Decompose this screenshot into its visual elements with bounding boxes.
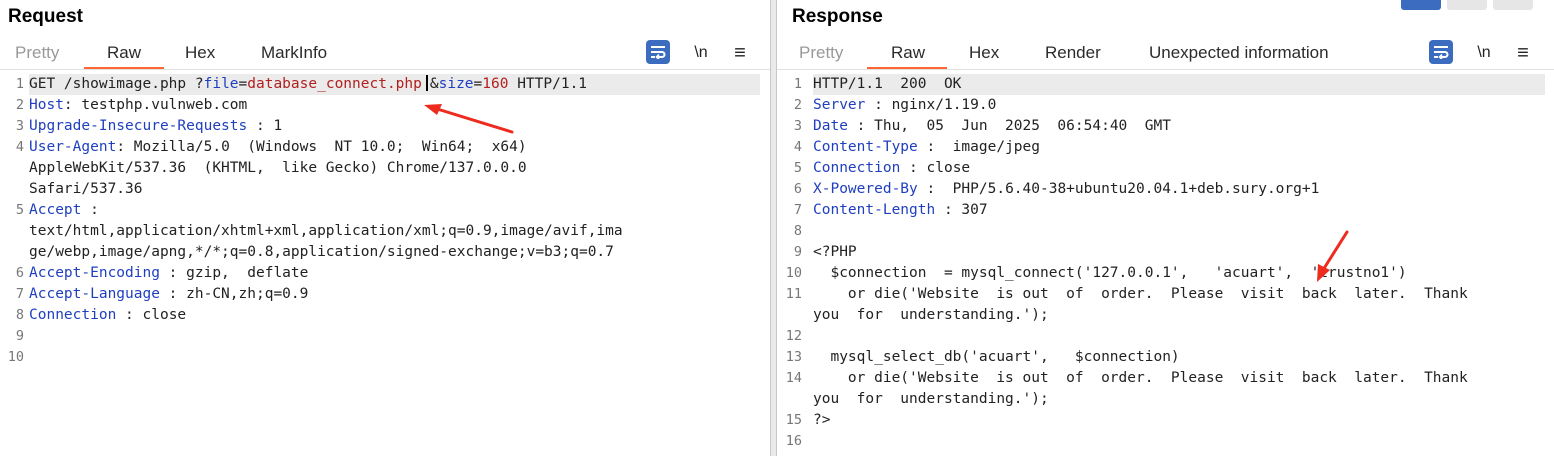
wrap-lines-icon[interactable] (646, 40, 670, 64)
layout-side-by-side-icon[interactable] (1401, 0, 1441, 10)
line-number: 5 (793, 160, 802, 176)
body-line: <?PHP (813, 244, 857, 260)
status-line: HTTP/1.1 200 OK (813, 74, 1545, 95)
header-line: Content-Type : image/jpeg (813, 139, 1040, 155)
line-number: 9 (793, 244, 802, 260)
request-editor[interactable]: 1 2 3 4 5 6 7 8 9 10 GET /showimage.php … (0, 74, 770, 456)
header-line: User-Agent: Mozilla/5.0 (Windows NT 10.0… (29, 139, 527, 155)
header-line-cont: ge/webp,image/apng,*/*;q=0.8,application… (29, 244, 614, 260)
header-line: Content-Length : 307 (813, 202, 988, 218)
layout-horizontal-icon[interactable] (1447, 0, 1487, 10)
line-number: 8 (15, 307, 24, 323)
header-line-cont: Safari/537.36 (29, 181, 143, 197)
wrap-lines-icon[interactable] (1429, 40, 1453, 64)
body-line: you for understanding.'); (813, 307, 1049, 323)
line-number: 7 (15, 286, 24, 302)
line-number: 13 (785, 349, 802, 365)
header-line: Upgrade-Insecure-Requests : 1 (29, 118, 283, 134)
body-line: or die('Website is out of order. Please … (813, 370, 1468, 386)
header-line: Date : Thu, 05 Jun 2025 06:54:40 GMT (813, 118, 1171, 134)
request-title: Request (8, 6, 83, 27)
line-number: 1 (793, 76, 802, 92)
line-number: 7 (793, 202, 802, 218)
protocol: HTTP/1.1 (508, 76, 588, 92)
show-newlines-button[interactable]: \n (1471, 40, 1497, 66)
param-value: database_connect.php (247, 76, 422, 92)
header-line: Host: testphp.vulnweb.com (29, 97, 248, 113)
annotation-arrow-icon (1317, 230, 1349, 282)
line-number: 4 (793, 139, 802, 155)
menu-icon[interactable]: ≡ (727, 40, 753, 66)
header-line-cont: text/html,application/xhtml+xml,applicat… (29, 223, 623, 239)
tab-unexpected-information[interactable]: Unexpected information (1149, 43, 1329, 63)
tab-raw[interactable]: Raw (107, 43, 141, 63)
header-line: Accept-Encoding : gzip, deflate (29, 265, 309, 281)
header-line: Accept : (29, 202, 99, 218)
line-number: 10 (7, 349, 24, 365)
response-title: Response (792, 6, 883, 27)
header-line: Connection : close (813, 160, 971, 176)
line-number: 4 (15, 139, 24, 155)
line-number (777, 305, 802, 326)
param-value: 160 (482, 76, 509, 92)
line-number: 8 (793, 223, 802, 239)
divider (777, 69, 1554, 70)
tab-hex[interactable]: Hex (185, 43, 215, 63)
line-number: 3 (15, 118, 24, 134)
body-line: mysql_select_db('acuart', $connection) (813, 349, 1180, 365)
header-line: Connection : close (29, 307, 187, 323)
request-method-path: GET /showimage.php ? (29, 76, 204, 92)
line-number-gutter: 1 2 3 4 5 6 7 8 9 10 (0, 74, 24, 368)
response-code: HTTP/1.1 200 OK Server : nginx/1.19.0 Da… (813, 74, 1545, 452)
tab-pretty[interactable]: Pretty (799, 43, 843, 63)
line-number (777, 389, 802, 410)
menu-icon[interactable]: ≡ (1510, 40, 1536, 66)
line-number: 12 (785, 328, 802, 344)
tab-raw[interactable]: Raw (891, 43, 925, 63)
text-cursor (425, 75, 428, 91)
tab-hex[interactable]: Hex (969, 43, 999, 63)
body-line: or die('Website is out of order. Please … (813, 286, 1468, 302)
body-line: you for understanding.'); (813, 391, 1049, 407)
divider (0, 69, 770, 70)
annotation-arrow-icon (424, 104, 514, 134)
response-toolbar: \n ≡ (1429, 40, 1539, 66)
line-number: 1 (15, 76, 24, 92)
line-number: 10 (785, 265, 802, 281)
layout-tabs-icon[interactable] (1493, 0, 1533, 10)
header-line: Server : nginx/1.19.0 (813, 97, 997, 113)
body-line: $connection = mysql_connect('127.0.0.1',… (813, 265, 1407, 281)
param-key: size (438, 76, 474, 92)
line-number: 15 (785, 412, 802, 428)
body-line: ?> (813, 412, 831, 428)
tab-pretty[interactable]: Pretty (15, 43, 59, 63)
line-number: 11 (785, 286, 802, 302)
line-number: 6 (793, 181, 802, 197)
line-number: 16 (785, 433, 802, 449)
line-number: 14 (785, 370, 802, 386)
line-number: 6 (15, 265, 24, 281)
response-panel: Response Pretty Raw Hex Render Unexpecte… (776, 0, 1554, 456)
line-number: 2 (793, 97, 802, 113)
request-code: GET /showimage.php ?file=database_connec… (29, 74, 760, 368)
tab-markinfo[interactable]: MarkInfo (261, 43, 327, 63)
request-toolbar: \n ≡ (646, 40, 756, 66)
request-line: GET /showimage.php ?file=database_connec… (29, 74, 760, 95)
tab-render[interactable]: Render (1045, 43, 1101, 63)
show-newlines-button[interactable]: \n (688, 40, 714, 66)
line-number-gutter: 1 2 3 4 5 6 7 8 9 10 11 12 13 14 15 16 (777, 74, 802, 452)
line-number: 2 (15, 97, 24, 113)
param-key: file (203, 76, 239, 92)
header-line: X-Powered-By : PHP/5.6.40-38+ubuntu20.04… (813, 181, 1320, 197)
line-number: 9 (15, 328, 24, 344)
header-line: Accept-Language : zh-CN,zh;q=0.9 (29, 286, 309, 302)
response-editor[interactable]: 1 2 3 4 5 6 7 8 9 10 11 12 13 14 15 16 H… (777, 74, 1554, 456)
line-number: 3 (793, 118, 802, 134)
request-panel: Request Pretty Raw Hex MarkInfo \n ≡ 1 2… (0, 0, 771, 456)
header-line-cont: AppleWebKit/537.36 (KHTML, like Gecko) C… (29, 160, 527, 176)
line-number: 5 (15, 202, 24, 218)
